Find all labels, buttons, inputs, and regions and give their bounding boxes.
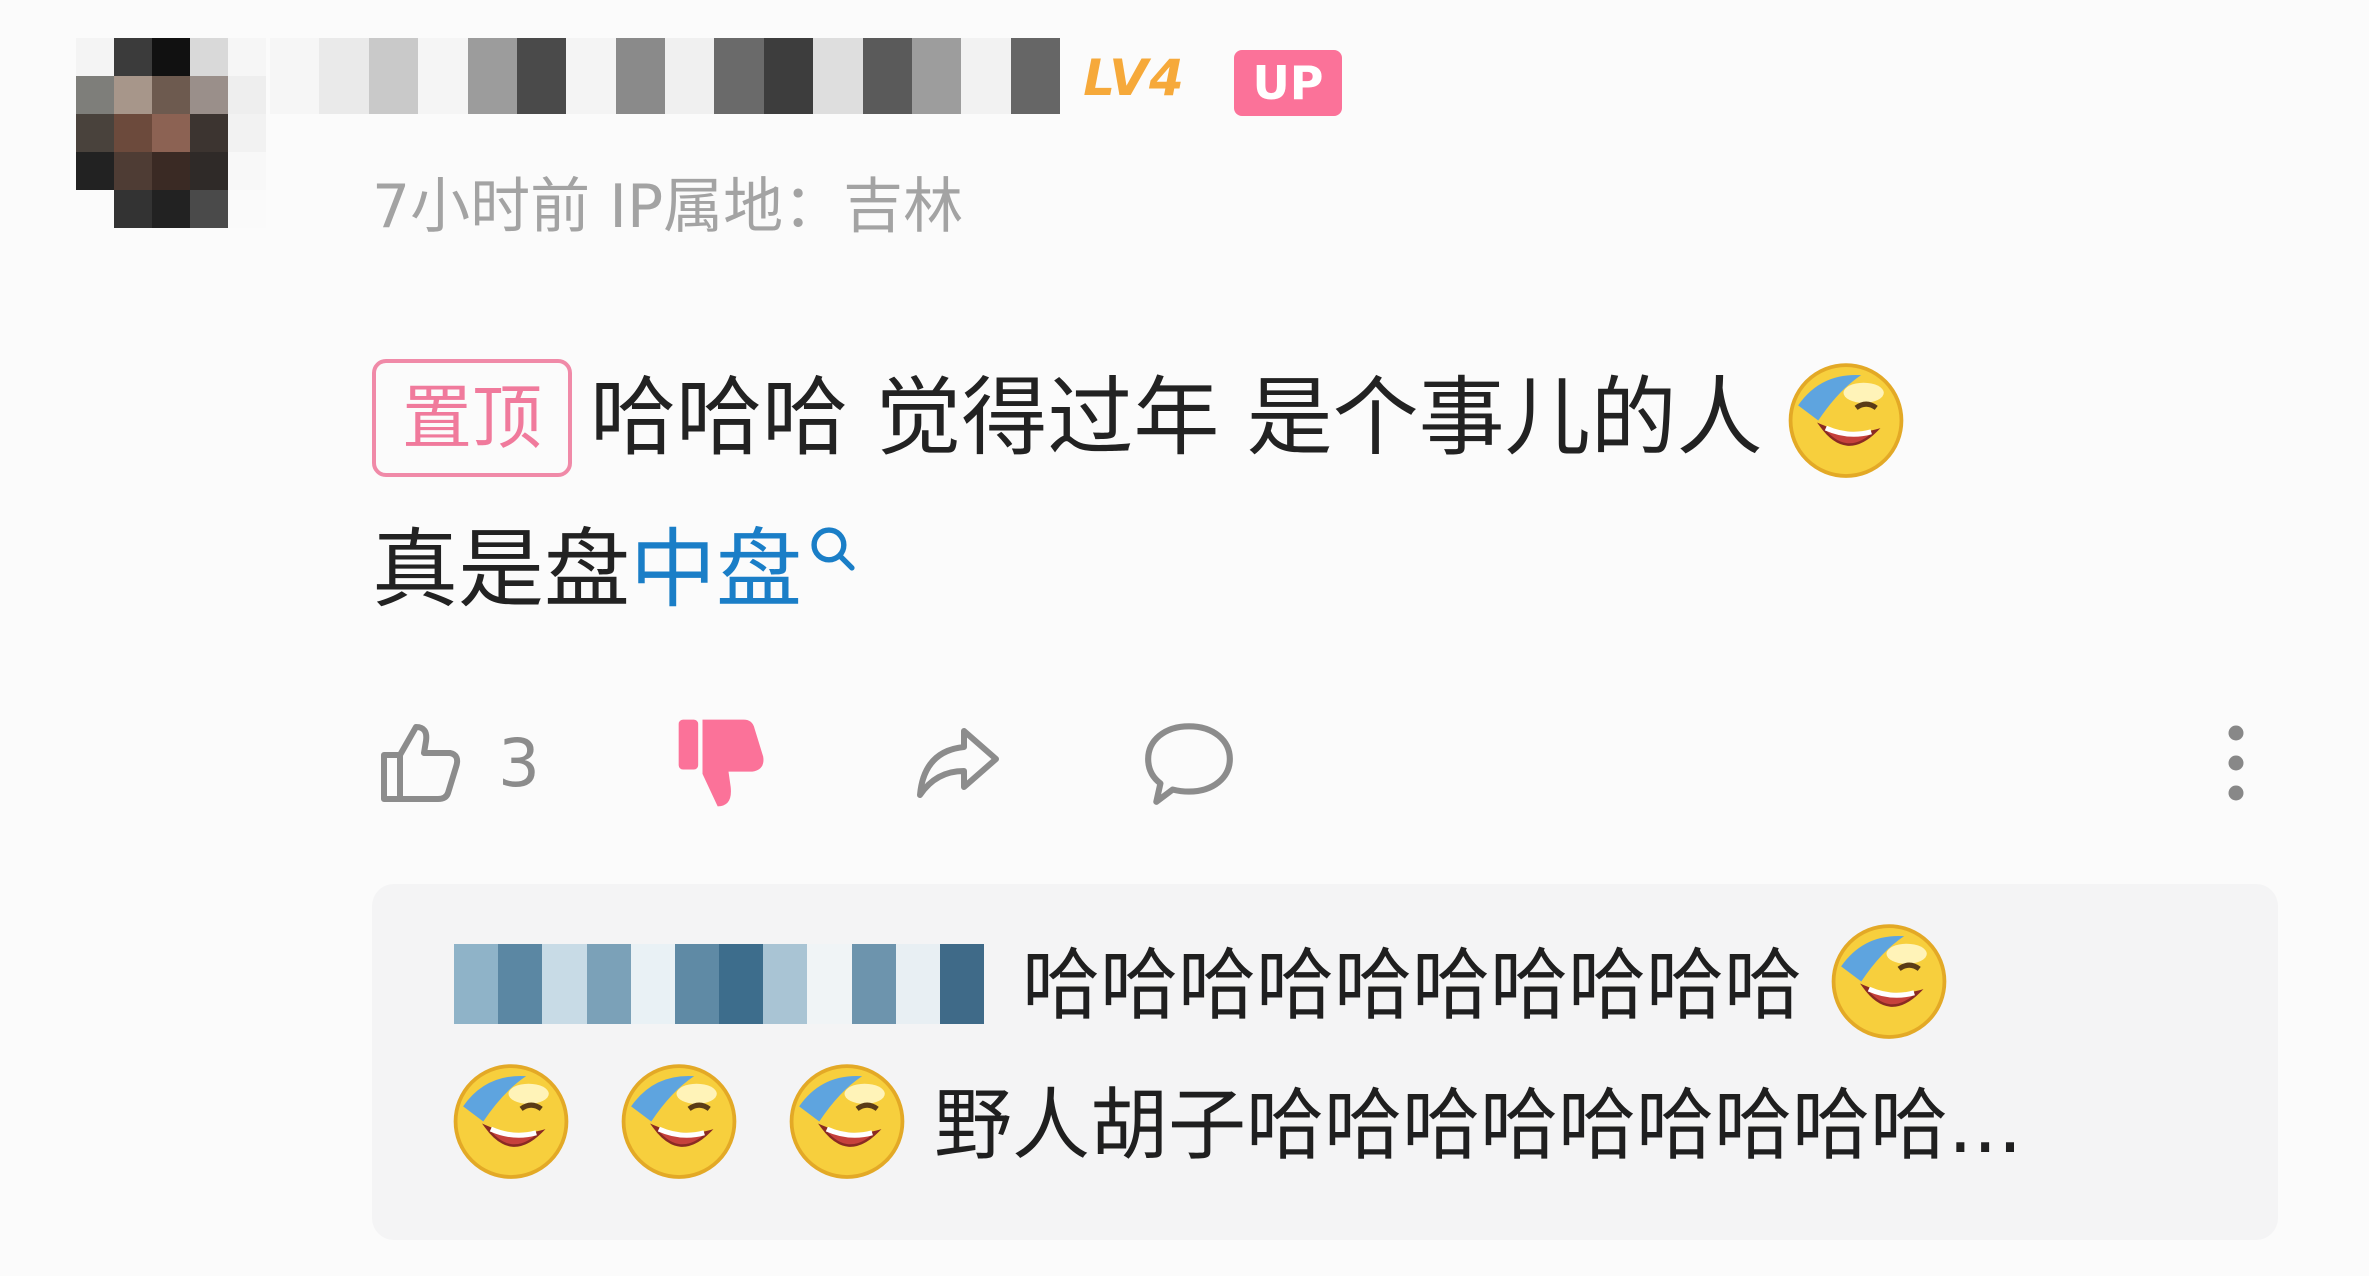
reply-text-2: 野人胡子哈哈哈哈哈哈哈哈哈... bbox=[934, 1081, 2023, 1171]
reply-button[interactable] bbox=[1140, 708, 1238, 818]
comment-line-2: 真是盘 中盘 bbox=[372, 510, 860, 630]
reply-username[interactable] bbox=[454, 944, 985, 1024]
reply-line-1: 哈哈哈哈哈哈哈哈哈哈 bbox=[1022, 914, 1952, 1044]
like-button[interactable]: 3 bbox=[372, 708, 540, 818]
action-bar: 3 bbox=[372, 708, 2272, 818]
laughing-crying-emoji-icon bbox=[621, 1064, 737, 1179]
reply-preview[interactable]: 哈哈哈哈哈哈哈哈哈哈 野人胡子哈哈哈哈哈哈哈哈哈... bbox=[372, 884, 2278, 1240]
comment-text-2: 真是盘 bbox=[372, 520, 630, 620]
thumbs-up-icon bbox=[381, 724, 461, 802]
level-badge: LV4 bbox=[1083, 49, 1185, 107]
share-icon bbox=[917, 728, 999, 798]
search-icon[interactable] bbox=[806, 522, 860, 576]
laughing-crying-emoji-icon bbox=[453, 1064, 569, 1179]
share-button[interactable] bbox=[908, 708, 1004, 818]
pinned-badge: 置顶 bbox=[372, 359, 572, 477]
comment-line-1: 置顶 哈哈哈 觉得过年 是个事儿的人 bbox=[372, 358, 1909, 478]
reply-line-2: 野人胡子哈哈哈哈哈哈哈哈哈... bbox=[448, 1054, 2022, 1184]
reply-text-1: 哈哈哈哈哈哈哈哈哈哈 bbox=[1022, 941, 1803, 1031]
up-badge: UP bbox=[1234, 50, 1342, 116]
laughing-crying-emoji-icon bbox=[789, 1064, 905, 1179]
comment-meta: 7小时前 IP属地：吉林 bbox=[372, 172, 964, 242]
comment-text-1: 哈哈哈 觉得过年 是个事儿的人 bbox=[590, 368, 1763, 468]
laughing-crying-emoji-icon bbox=[1788, 363, 1904, 478]
laughing-crying-emoji-icon bbox=[1831, 924, 1947, 1039]
avatar[interactable] bbox=[76, 38, 266, 228]
more-vertical-icon bbox=[2228, 725, 2244, 801]
like-count: 3 bbox=[498, 724, 540, 802]
speech-bubble-icon bbox=[1145, 723, 1233, 805]
thumbs-down-icon bbox=[678, 719, 764, 807]
search-link[interactable]: 中盘 bbox=[630, 510, 802, 630]
dislike-button[interactable] bbox=[670, 708, 774, 818]
username[interactable] bbox=[270, 38, 1060, 114]
more-button[interactable] bbox=[2216, 708, 2256, 818]
comment-card: LV4 UP 7小时前 IP属地：吉林 置顶 哈哈哈 觉得过年 是个事儿的人 真… bbox=[0, 0, 2369, 1276]
